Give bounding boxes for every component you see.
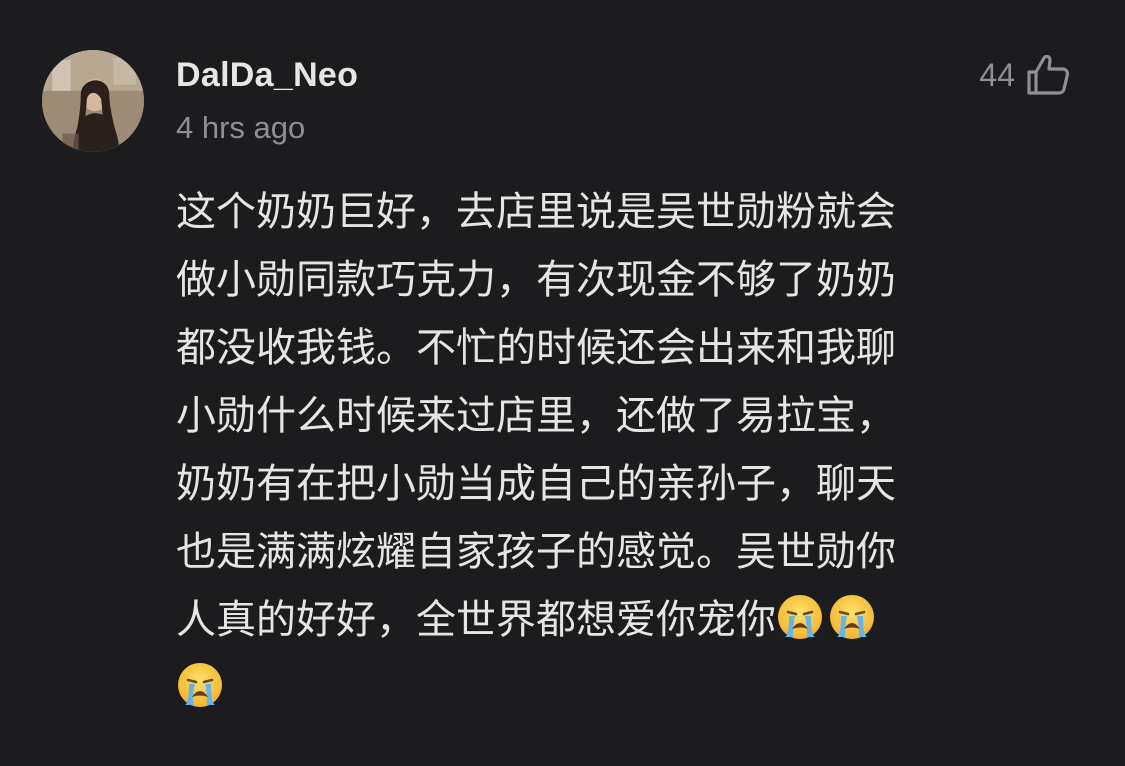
- like-count: 44: [979, 56, 1015, 93]
- comment-line: 奶奶有在把小勋当成自己的亲孙子，聊天: [176, 461, 896, 507]
- comment-card: DalDa_Neo 4 hrs ago 44 这个奶奶巨好，去店里说是吴世勋粉就…: [0, 0, 1125, 766]
- comment-line: 都没收我钱。不忙的时候还会出来和我聊: [176, 325, 896, 371]
- username[interactable]: DalDa_Neo: [176, 56, 358, 95]
- timestamp: 4 hrs ago: [176, 110, 306, 145]
- user-avatar[interactable]: [42, 50, 144, 152]
- thumbs-up-icon[interactable]: [1025, 53, 1071, 97]
- comment-line-emoji: [176, 654, 1076, 722]
- comment-line-last: 人真的好好，全世界都想爱你宠你: [176, 586, 1076, 654]
- comment-line: 做小勋同款巧克力，有次现金不够了奶奶: [176, 257, 896, 303]
- loudly-crying-face-icon: [176, 661, 224, 709]
- comment-line: 也是满满炫耀自家孩子的感觉。吴世勋你: [176, 529, 896, 575]
- comment-line-text: 人真的好好，全世界都想爱你宠你: [176, 597, 776, 643]
- loudly-crying-face-icon: [776, 593, 824, 641]
- comment-line: 这个奶奶巨好，去店里说是吴世勋粉就会: [176, 189, 896, 235]
- avatar-photo: [42, 50, 144, 152]
- comment-body: 这个奶奶巨好，去店里说是吴世勋粉就会 做小勋同款巧克力，有次现金不够了奶奶 都没…: [176, 178, 1076, 722]
- comment-line: 小勋什么时候来过店里，还做了易拉宝，: [176, 393, 896, 439]
- like-button[interactable]: 44: [979, 50, 1071, 100]
- loudly-crying-face-icon: [828, 593, 876, 641]
